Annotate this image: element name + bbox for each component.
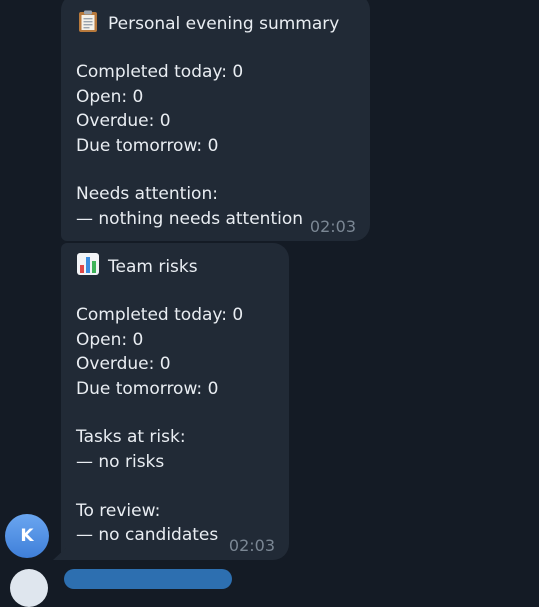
message-line: To review: (76, 500, 161, 521)
message-timestamp: 02:03 (309, 217, 356, 236)
message-timestamp: 02:03 (228, 536, 275, 555)
message-title-text: Personal evening summary (108, 14, 340, 34)
message-line: — no risks (76, 451, 165, 472)
bar-chart-icon (76, 252, 102, 282)
message-line: Due tomorrow: 0 (76, 378, 219, 399)
message-title-text: Team risks (108, 257, 198, 277)
message-line (76, 158, 356, 182)
bubble-tail (53, 547, 67, 560)
message-line: Tasks at risk: (76, 427, 186, 448)
message-title: Team risks (76, 252, 275, 282)
message-line (76, 401, 275, 425)
avatar-initial: K (20, 526, 34, 546)
chat-history: Personal evening summary Completed today… (0, 0, 539, 607)
message-line: Needs attention: (76, 184, 218, 205)
message-line: Due tomorrow: 0 (76, 135, 219, 156)
message-line: Overdue: 0 (76, 354, 171, 375)
message-bubble-team-risks[interactable]: Team risks Completed today: 0 Open: 0 Ov… (61, 243, 289, 560)
message-line: Completed today: 0 (76, 62, 244, 83)
message-line: Completed today: 0 (76, 305, 244, 326)
clipboard-icon (76, 9, 102, 39)
next-message-bubble[interactable] (64, 569, 232, 589)
message-bubble-evening-summary[interactable]: Personal evening summary Completed today… (61, 0, 370, 241)
sender-avatar[interactable]: K (5, 514, 49, 558)
next-message-avatar[interactable] (10, 569, 48, 607)
message-line (76, 474, 275, 498)
message-line: Open: 0 (76, 86, 144, 107)
message-line: Overdue: 0 (76, 111, 171, 132)
message-line: Open: 0 (76, 329, 144, 350)
message-title: Personal evening summary (76, 9, 356, 39)
